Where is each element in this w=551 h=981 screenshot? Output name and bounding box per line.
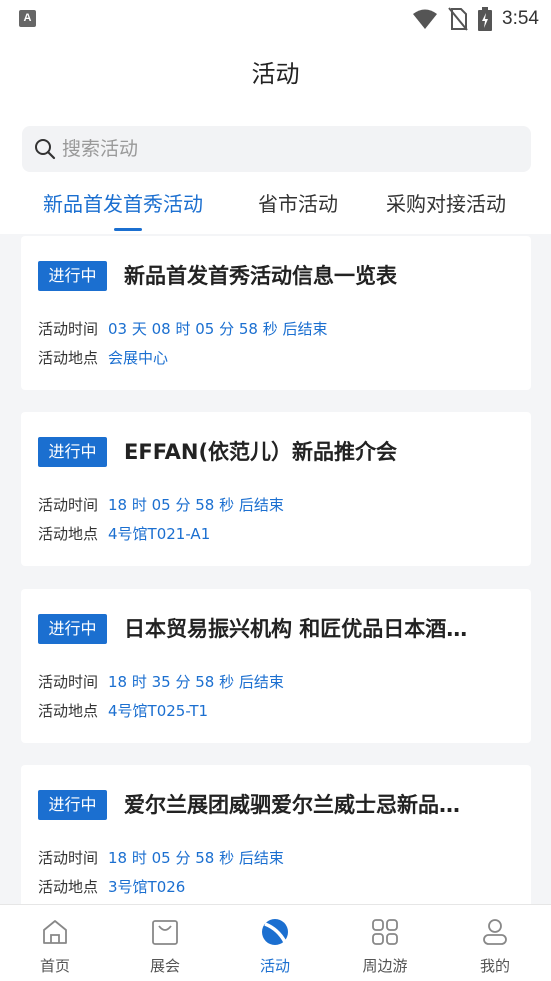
search-input[interactable]	[62, 126, 502, 172]
event-title: 新品首发首秀活动信息一览表	[124, 264, 397, 288]
event-title: EFFAN(依范儿）新品推介会	[124, 440, 398, 464]
user-icon	[483, 919, 507, 945]
tabbar-label: 展会	[149, 957, 180, 975]
event-time-row: 活动时间 18 时 35 分 58 秒 后结束	[38, 671, 284, 692]
event-time-row: 活动时间 03 天 08 时 05 分 58 秒 后结束	[38, 318, 328, 339]
place-label: 活动地点	[38, 525, 99, 543]
status-badge: 进行中	[38, 790, 107, 820]
wifi-icon	[413, 9, 438, 29]
tabbar-label: 活动	[259, 957, 290, 975]
header: 活动	[0, 38, 551, 104]
status-badge: 进行中	[38, 614, 107, 644]
time-value: 18 时 05 分 58 秒 后结束	[108, 496, 284, 514]
event-time-row: 活动时间 18 时 05 分 58 秒 后结束	[38, 847, 284, 868]
event-card[interactable]: 进行中 日本贸易振兴机构 和匠优品日本酒… 活动时间 18 时 35 分 58 秒…	[21, 589, 531, 743]
tabbar-item-activity[interactable]: 活动	[220, 905, 330, 981]
event-title: 日本贸易振兴机构 和匠优品日本酒…	[124, 617, 468, 641]
time-value: 18 时 35 分 58 秒 后结束	[108, 673, 284, 691]
tab-new-product-launch[interactable]: 新品首发首秀活动	[43, 188, 203, 217]
active-tab-indicator	[114, 228, 142, 231]
status-time: 3:54	[502, 8, 539, 29]
place-label: 活动地点	[38, 702, 99, 720]
tabbar-label: 我的	[479, 957, 510, 975]
event-card[interactable]: 进行中 爱尔兰展团威驷爱尔兰威士忌新品… 活动时间 18 时 05 分 58 秒 …	[21, 765, 531, 904]
tabbar-item-home[interactable]: 首页	[0, 905, 110, 981]
place-value: 3号馆T026	[108, 878, 186, 896]
time-label: 活动时间	[38, 320, 99, 338]
event-place-row: 活动地点 3号馆T026	[38, 876, 185, 897]
event-place-row: 活动地点 4号馆T021-A1	[38, 523, 210, 544]
status-bar: A 3:54	[0, 0, 551, 38]
app-indicator-icon: A	[19, 10, 36, 27]
event-list[interactable]: 进行中 新品首发首秀活动信息一览表 活动时间 03 天 08 时 05 分 58 …	[0, 234, 551, 904]
tab-province-city[interactable]: 省市活动	[258, 188, 338, 217]
time-label: 活动时间	[38, 849, 99, 867]
page-title: 活动	[251, 60, 300, 88]
place-value: 4号馆T025-T1	[108, 702, 209, 720]
search-box[interactable]	[22, 126, 531, 172]
event-card[interactable]: 进行中 EFFAN(依范儿）新品推介会 活动时间 18 时 05 分 58 秒 后…	[21, 412, 531, 566]
status-badge: 进行中	[38, 437, 107, 467]
filter-panel: 新品首发首秀活动 省市活动 采购对接活动	[0, 104, 551, 234]
tabbar-item-expo[interactable]: 展会	[110, 905, 220, 981]
tabbar-label: 周边游	[362, 957, 408, 975]
tabbar-item-mine[interactable]: 我的	[440, 905, 550, 981]
event-title: 爱尔兰展团威驷爱尔兰威士忌新品…	[124, 793, 460, 817]
time-label: 活动时间	[38, 496, 99, 514]
tabbar-label: 首页	[39, 957, 70, 975]
bag-icon	[152, 920, 178, 945]
time-value: 03 天 08 时 05 分 58 秒 后结束	[108, 320, 328, 338]
activity-icon	[262, 919, 288, 945]
event-place-row: 活动地点 会展中心	[38, 347, 168, 368]
bottom-tab-bar: 首页 展会 活动 周边游 我的	[0, 904, 551, 981]
event-time-row: 活动时间 18 时 05 分 58 秒 后结束	[38, 494, 284, 515]
event-place-row: 活动地点 4号馆T025-T1	[38, 700, 208, 721]
grid-icon	[372, 919, 398, 945]
home-icon	[43, 920, 67, 944]
no-sim-icon	[448, 7, 468, 31]
place-label: 活动地点	[38, 349, 99, 367]
search-icon	[35, 139, 56, 160]
category-tabs: 新品首发首秀活动 省市活动 采购对接活动	[0, 180, 551, 234]
status-badge: 进行中	[38, 261, 107, 291]
place-value: 4号馆T021-A1	[108, 525, 211, 543]
time-value: 18 时 05 分 58 秒 后结束	[108, 849, 284, 867]
battery-charging-icon	[478, 7, 493, 31]
place-value: 会展中心	[108, 349, 169, 367]
place-label: 活动地点	[38, 878, 99, 896]
tabbar-item-nearby[interactable]: 周边游	[330, 905, 440, 981]
time-label: 活动时间	[38, 673, 99, 691]
event-card[interactable]: 进行中 新品首发首秀活动信息一览表 活动时间 03 天 08 时 05 分 58 …	[21, 236, 531, 390]
tab-procurement[interactable]: 采购对接活动	[386, 188, 506, 217]
